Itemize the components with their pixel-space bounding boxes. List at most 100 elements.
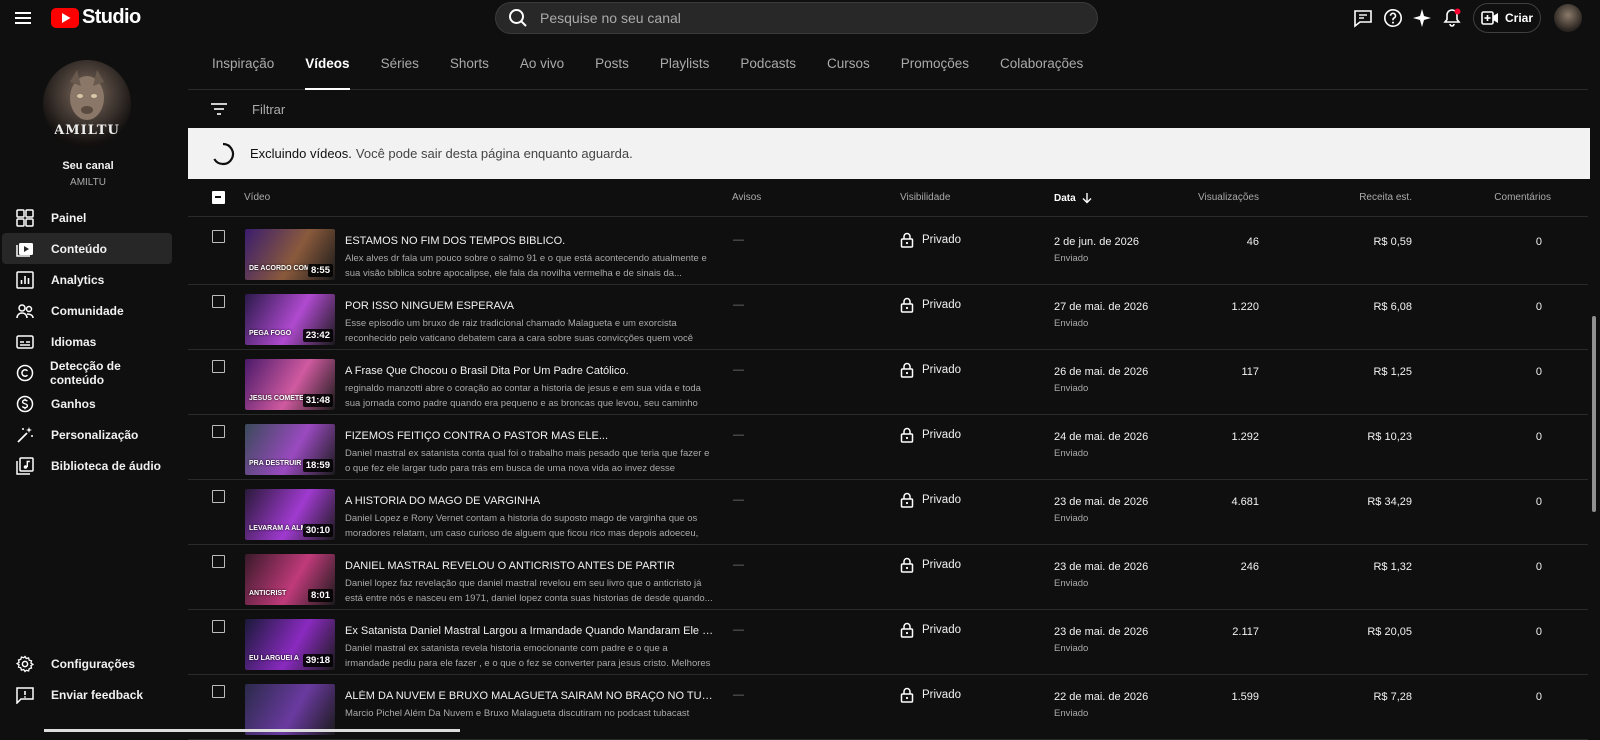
tab-series[interactable]: Séries [381, 36, 419, 90]
tab-videos[interactable]: Vídeos [305, 36, 350, 90]
visibility-dropdown[interactable]: Privado [900, 622, 961, 638]
sidebar-item-comunidade[interactable]: Comunidade [2, 295, 172, 326]
vertical-scrollbar[interactable] [1592, 316, 1596, 512]
video-thumbnail[interactable]: JESUS COMETEU 31:48 [245, 359, 335, 410]
create-button[interactable]: Criar [1473, 3, 1541, 33]
tab-colaboracoes[interactable]: Colaborações [1000, 36, 1083, 90]
help-icon[interactable] [1383, 8, 1403, 28]
sidebar-item-configuracoes[interactable]: Configurações [2, 648, 172, 679]
notifications-icon[interactable] [1442, 8, 1462, 28]
row-checkbox[interactable] [212, 490, 225, 503]
filter-bar[interactable]: Filtrar [188, 90, 1588, 128]
search-input[interactable] [540, 10, 1060, 26]
row-date: 23 de mai. de 2026 [1054, 561, 1149, 573]
video-title[interactable]: FIZEMOS FEITIÇO CONTRA O PASTOR MAS ELE.… [345, 430, 715, 442]
tab-posts[interactable]: Posts [595, 36, 629, 90]
sidebar-item-personalizacao[interactable]: Personalização [2, 419, 172, 450]
video-description: Alex alves dr fala um pouco sobre o salm… [345, 253, 707, 279]
comments-icon[interactable] [1353, 8, 1373, 28]
header-data[interactable]: Data [1054, 192, 1092, 204]
sparkle-icon[interactable] [1412, 8, 1432, 28]
menu-icon[interactable] [14, 9, 32, 27]
video-title[interactable]: POR ISSO NINGUEM ESPERAVA [345, 300, 715, 312]
row-views: 117 [1241, 366, 1259, 378]
table-row[interactable]: ANTICRIST 8:01 DANIEL MASTRAL REVELOU O AN… [188, 545, 1588, 610]
visibility-dropdown[interactable]: Privado [900, 557, 961, 573]
tab-shorts[interactable]: Shorts [450, 36, 489, 90]
filter-input[interactable]: Filtrar [252, 102, 285, 117]
loading-spinner-icon [213, 142, 235, 165]
visibility-dropdown[interactable]: Privado [900, 297, 961, 313]
sidebar-item-conteudo[interactable]: Conteúdo [2, 233, 172, 264]
video-duration: 8:55 [307, 264, 333, 277]
row-revenue: R$ 1,25 [1373, 366, 1412, 378]
channel-avatar[interactable]: AMILTU [43, 60, 131, 148]
row-checkbox[interactable] [212, 620, 225, 633]
tab-playlists[interactable]: Playlists [660, 36, 710, 90]
row-date-status: Enviado [1054, 643, 1089, 654]
tab-cursos[interactable]: Cursos [827, 36, 870, 90]
visibility-dropdown[interactable]: Privado [900, 362, 961, 378]
visibility-dropdown[interactable]: Privado [900, 427, 961, 443]
video-title[interactable]: A HISTORIA DO MAGO DE VARGINHA [345, 495, 715, 507]
video-duration: 8:01 [307, 589, 333, 602]
sidebar-bottom: Configurações Enviar feedback [0, 648, 188, 710]
video-title[interactable]: A Frase Que Chocou o Brasil Dita Por Um … [345, 365, 715, 377]
tab-promocoes[interactable]: Promoções [901, 36, 969, 90]
sidebar-item-deteccao[interactable]: Detecção de conteúdo [2, 357, 172, 388]
video-thumbnail[interactable] [245, 684, 335, 735]
video-title[interactable]: ESTAMOS NO FIM DOS TEMPOS BIBLICO. [345, 235, 715, 247]
account-avatar[interactable] [1554, 4, 1582, 32]
video-title[interactable]: ALÉM DA NUVEM E BRUXO MALAGUETA SAIRAM N… [345, 690, 715, 702]
row-revenue: R$ 10,23 [1367, 431, 1412, 443]
row-comments: 0 [1535, 626, 1542, 638]
your-channel-label[interactable]: Seu canal [0, 160, 176, 172]
filter-icon[interactable] [210, 102, 228, 116]
video-description: Daniel mastral ex satanista revela histo… [345, 643, 711, 669]
sidebar-item-ganhos[interactable]: Ganhos [2, 388, 172, 419]
row-checkbox[interactable] [212, 685, 225, 698]
table-row[interactable]: LEVARAM A ALMA 30:10 A HISTORIA DO MAGO DE… [188, 480, 1588, 545]
video-thumbnail[interactable]: EU LARGUEI A 39:18 [245, 619, 335, 670]
video-thumbnail[interactable]: PEGA FOGO 23:42 [245, 294, 335, 345]
sidebar-item-biblioteca-audio[interactable]: Biblioteca de áudio [2, 450, 172, 481]
video-title[interactable]: Ex Satanista Daniel Mastral Largou a Irm… [345, 625, 715, 637]
table-row[interactable]: JESUS COMETEU 31:48 A Frase Que Chocou o B… [188, 350, 1588, 415]
earn-icon [15, 394, 35, 414]
visibility-dropdown[interactable]: Privado [900, 492, 961, 508]
select-all-checkbox[interactable] [212, 191, 225, 204]
table-row[interactable]: PRA DESTRUIR 18:59 FIZEMOS FEITIÇO CONTRA … [188, 415, 1588, 480]
visibility-dropdown[interactable]: Privado [900, 232, 961, 248]
lock-icon [900, 622, 914, 638]
video-thumbnail[interactable]: LEVARAM A ALMA 30:10 [245, 489, 335, 540]
search-bar[interactable] [495, 2, 1098, 34]
tab-podcasts[interactable]: Podcasts [740, 36, 796, 90]
visibility-dropdown[interactable]: Privado [900, 687, 961, 703]
row-checkbox[interactable] [212, 295, 225, 308]
row-avisos: — [733, 559, 744, 571]
sidebar-nav: Painel Conteúdo Analytics Comunidade Idi… [0, 202, 188, 481]
tab-inspiracao[interactable]: Inspiração [212, 36, 274, 90]
row-checkbox[interactable] [212, 425, 225, 438]
video-thumbnail[interactable]: ANTICRIST 8:01 [245, 554, 335, 605]
table-row[interactable]: DE ACORDO COM 8:55 ESTAMOS NO FIM DOS TEMP… [188, 220, 1588, 285]
youtube-studio-logo[interactable]: Studio [51, 6, 141, 29]
row-date-status: Enviado [1054, 383, 1089, 394]
video-description: Daniel mastral ex satanista conta qual f… [345, 448, 710, 474]
sidebar-item-feedback[interactable]: Enviar feedback [2, 679, 172, 710]
sidebar-item-idiomas[interactable]: Idiomas [2, 326, 172, 357]
table-row[interactable]: EU LARGUEI A 39:18 Ex Satanista Daniel Mas… [188, 610, 1588, 675]
row-checkbox[interactable] [212, 555, 225, 568]
video-title[interactable]: DANIEL MASTRAL REVELOU O ANTICRISTO ANTE… [345, 560, 715, 572]
video-thumbnail[interactable]: PRA DESTRUIR 18:59 [245, 424, 335, 475]
row-comments: 0 [1535, 691, 1542, 703]
audio-library-icon [15, 456, 35, 476]
table-row[interactable]: PEGA FOGO 23:42 POR ISSO NINGUEM ESPERAVA E… [188, 285, 1588, 350]
tab-ao-vivo[interactable]: Ao vivo [520, 36, 564, 90]
sidebar-item-analytics[interactable]: Analytics [2, 264, 172, 295]
row-avisos: — [733, 624, 744, 636]
video-thumbnail[interactable]: DE ACORDO COM 8:55 [245, 229, 335, 280]
sidebar-item-painel[interactable]: Painel [2, 202, 172, 233]
row-checkbox[interactable] [212, 360, 225, 373]
row-checkbox[interactable] [212, 230, 225, 243]
